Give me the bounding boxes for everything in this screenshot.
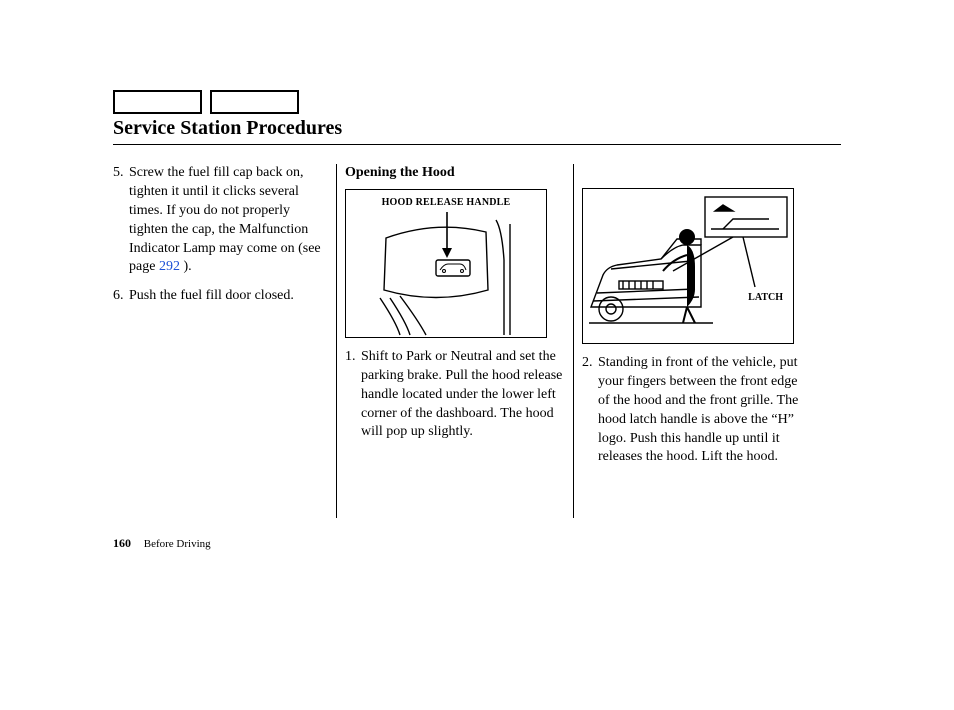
manual-page: Service Station Procedures 5. Screw the … [0,0,954,710]
list-number: 2. [582,354,598,467]
tab-box-b [210,90,299,114]
hood-open-steps: 1. Shift to Park or Neutral and set the … [345,348,565,442]
tab-box-a [113,90,202,114]
top-tab-boxes [113,90,299,114]
hood-release-illustration [346,190,546,337]
list-item: 5. Screw the fuel fill cap back on, tigh… [113,164,328,277]
figure-hood-latch: LATCH [582,188,794,344]
subheading-opening-hood: Opening the Hood [345,164,565,183]
spacer [582,164,807,188]
column-2: Opening the Hood HOOD RELEASE HANDLE [336,164,573,518]
hood-latch-steps: 2. Standing in front of the vehicle, put… [582,354,807,467]
list-text: Screw the fuel fill cap back on, tighten… [129,164,328,277]
page-ref-link[interactable]: 292 [159,259,180,274]
list-item: 1. Shift to Park or Neutral and set the … [345,348,565,442]
page-number: 160 [113,536,131,550]
list-text: Shift to Park or Neutral and set the par… [361,348,565,442]
section-name: Before Driving [144,538,211,550]
content-columns: 5. Screw the fuel fill cap back on, tigh… [113,164,841,518]
list-item: 2. Standing in front of the vehicle, put… [582,354,807,467]
page-title: Service Station Procedures [113,117,342,140]
list-text: Push the fuel fill door closed. [129,287,328,306]
list-number: 6. [113,287,129,306]
hood-latch-illustration [583,189,793,343]
list-text: Standing in front of the vehicle, put yo… [598,354,807,467]
list-item: 6. Push the fuel fill door closed. [113,287,328,306]
fuel-cap-steps: 5. Screw the fuel fill cap back on, tigh… [113,164,328,306]
figure-hood-release-handle: HOOD RELEASE HANDLE [345,189,547,338]
text-run: ). [180,259,192,274]
text-run: Screw the fuel fill cap back on, tighten… [129,165,321,274]
column-3: LATCH 2. Standing in front of the vehicl… [573,164,807,518]
title-rule [113,144,841,145]
page-footer: 160 Before Driving [113,536,211,551]
column-1: 5. Screw the fuel fill cap back on, tigh… [113,164,336,518]
list-number: 5. [113,164,129,277]
list-number: 1. [345,348,361,442]
figure-label-latch: LATCH [748,291,783,305]
